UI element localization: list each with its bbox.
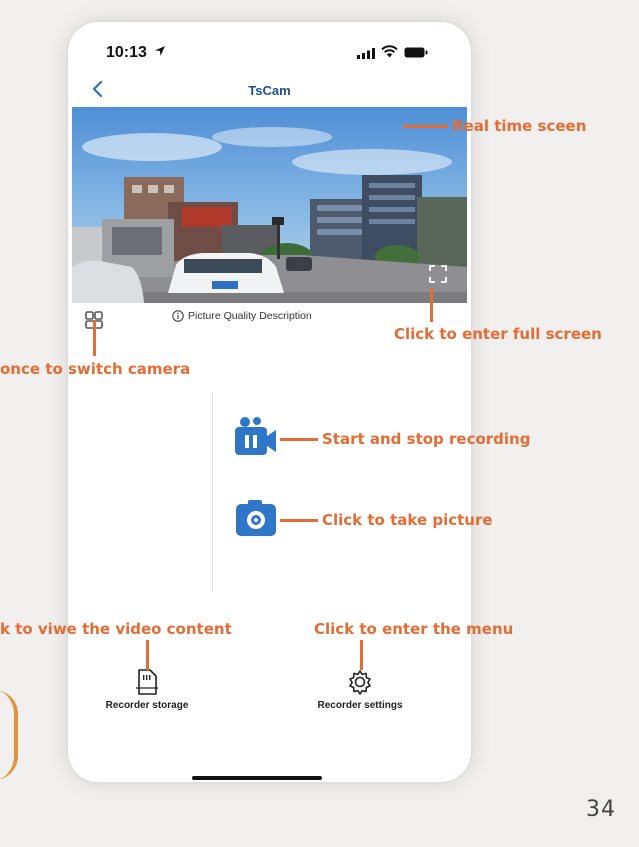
location-arrow-icon	[155, 46, 165, 56]
annotation-line-menu	[360, 640, 363, 670]
gear-icon	[349, 670, 371, 695]
annotation-switch-camera: once to switch camera	[0, 360, 191, 378]
annotation-picture: Click to take picture	[322, 511, 493, 529]
annotation-line-real-time	[403, 125, 448, 128]
recorder-settings-label: Recorder settings	[317, 700, 403, 711]
divider	[212, 392, 213, 592]
annotation-line-video-content	[146, 640, 149, 670]
record-video-icon[interactable]	[232, 416, 278, 458]
page-number: 34	[586, 797, 616, 822]
signal-icon	[357, 48, 375, 59]
annotation-full-screen: Click to enter full screen	[394, 325, 602, 343]
annotation-real-time: Real time sceen	[452, 117, 587, 135]
picture-quality-label: Picture Quality Description	[188, 310, 312, 322]
annotation-line-picture	[280, 519, 318, 522]
live-video-view[interactable]	[72, 107, 467, 303]
recorder-storage-label: Recorder storage	[105, 700, 189, 711]
annotation-line-recording	[280, 438, 318, 441]
page-title: TsCam	[248, 83, 291, 98]
recorder-settings-button[interactable]: Recorder settings	[290, 668, 430, 711]
status-bar: 10:13	[68, 22, 471, 66]
battery-icon	[404, 47, 428, 58]
status-time: 10:13	[106, 44, 147, 61]
picture-quality-link[interactable]: Picture Quality Description	[172, 310, 312, 322]
recorder-storage-button[interactable]: Recorder storage	[82, 668, 212, 711]
nav-bar: TsCam	[68, 74, 471, 106]
annotation-menu: Click to enter the menu	[314, 620, 514, 638]
wifi-icon	[381, 45, 398, 58]
info-icon	[172, 310, 184, 322]
camera-icon[interactable]	[234, 498, 278, 538]
annotation-recording: Start and stop recording	[322, 430, 531, 448]
fullscreen-icon[interactable]	[427, 263, 449, 285]
annotation-line-full-screen	[430, 288, 433, 322]
sd-card-icon	[136, 669, 158, 695]
street-scene-image	[72, 107, 467, 303]
annotation-line-switch-camera	[93, 320, 96, 356]
home-indicator[interactable]	[192, 776, 322, 780]
annotation-video-content: k to viwe the video content	[0, 620, 232, 638]
phone-frame: 10:13 TsCam Picture Quality Description …	[68, 22, 471, 782]
decorative-arc	[0, 690, 18, 780]
